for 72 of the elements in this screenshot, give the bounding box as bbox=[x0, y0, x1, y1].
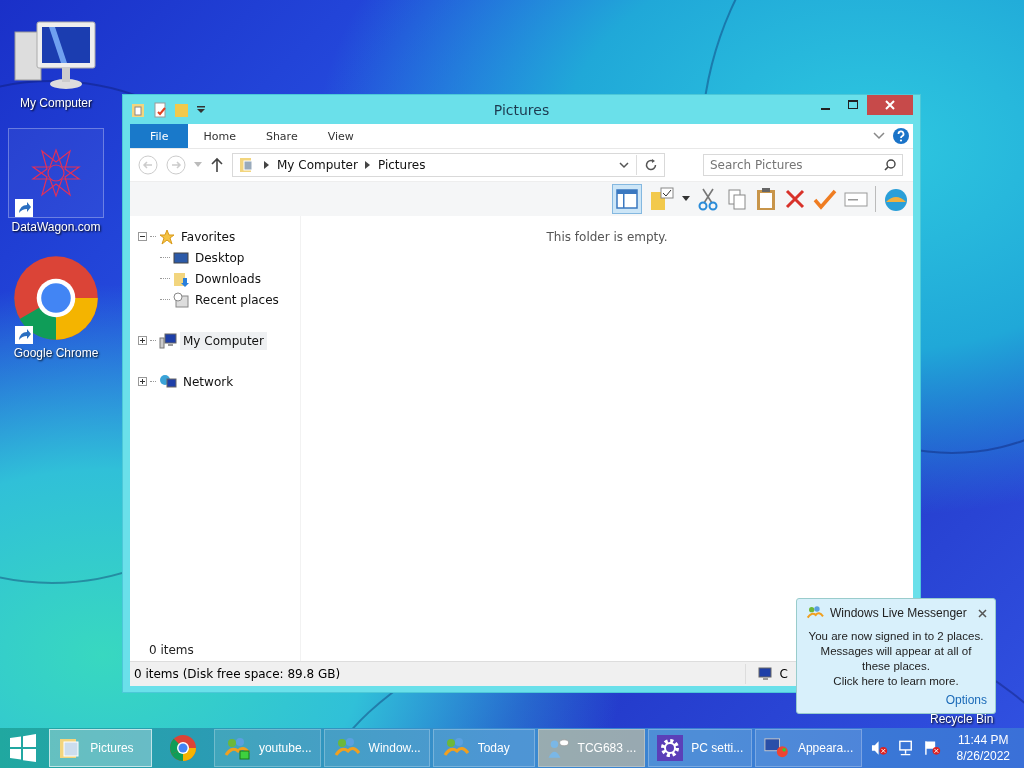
nav-item[interactable]: Recent places bbox=[192, 290, 282, 309]
window-title: Pictures bbox=[493, 101, 550, 118]
nav-item[interactable]: Downloads bbox=[192, 269, 264, 288]
monitor-palette-icon bbox=[764, 736, 790, 760]
folder-check-icon[interactable] bbox=[649, 186, 675, 212]
folder-download-icon bbox=[173, 270, 189, 287]
envelope-icon[interactable] bbox=[844, 189, 868, 209]
expand-ribbon-icon[interactable] bbox=[873, 132, 885, 140]
settings-icon bbox=[657, 735, 684, 761]
network-icon[interactable] bbox=[897, 740, 915, 756]
desktop-icon-label[interactable]: My Computer bbox=[20, 96, 92, 110]
status-label: C bbox=[779, 667, 788, 681]
recent-places-icon bbox=[173, 291, 189, 308]
nav-item[interactable]: Network bbox=[180, 372, 237, 391]
windows-logo-icon bbox=[9, 734, 38, 762]
item-count: 0 items bbox=[149, 643, 194, 657]
notification-message: You are now signed in to 2 places. Messages will appear at all of these places. bbox=[807, 629, 985, 674]
desktop-icon-label[interactable]: DataWagon.com bbox=[11, 220, 101, 234]
chrome-icon[interactable] bbox=[11, 253, 101, 343]
close-icon bbox=[885, 100, 895, 110]
clock-time[interactable]: 11:44 PM bbox=[958, 732, 1009, 748]
dropdown-caret-icon[interactable] bbox=[619, 161, 629, 169]
scissors-icon[interactable] bbox=[697, 187, 719, 211]
empty-folder-message: This folder is empty. bbox=[546, 230, 668, 244]
maximize-icon bbox=[848, 100, 858, 110]
star-pattern-icon[interactable] bbox=[31, 148, 81, 198]
help-icon[interactable] bbox=[893, 128, 909, 144]
dropdown-caret-icon[interactable] bbox=[682, 196, 690, 202]
refresh-icon[interactable] bbox=[644, 158, 658, 172]
notification-popup[interactable]: Windows Live Messenger You are now signed in to 2 places. Messages will appear at all of these places. Click here to learn more. Options bbox=[796, 598, 996, 714]
close-button[interactable] bbox=[867, 95, 913, 115]
taskbar-button[interactable]: Appeara... bbox=[755, 729, 863, 767]
collapse-icon[interactable] bbox=[138, 232, 147, 241]
delete-x-icon[interactable] bbox=[784, 188, 806, 210]
address-bar[interactable]: My Computer Pictures bbox=[232, 153, 665, 177]
messenger-people-icon bbox=[805, 605, 825, 621]
up-arrow-icon[interactable] bbox=[210, 157, 224, 173]
expand-icon[interactable] bbox=[138, 336, 147, 345]
preview-pane-button[interactable] bbox=[612, 184, 642, 214]
dropdown-caret-icon[interactable] bbox=[196, 104, 206, 115]
desktop-icon-label[interactable]: Google Chrome bbox=[13, 346, 99, 360]
clock-date[interactable]: 8/26/2022 bbox=[956, 748, 1010, 764]
breadcrumb-arrow-icon[interactable] bbox=[264, 161, 270, 169]
messenger-people-icon bbox=[222, 736, 251, 760]
close-icon[interactable] bbox=[978, 608, 987, 618]
status-text: 0 items (Disk free space: 89.8 GB) bbox=[134, 667, 341, 681]
network-icon bbox=[159, 373, 177, 390]
computer-icon bbox=[159, 332, 177, 349]
computer-icon bbox=[757, 667, 774, 681]
nav-item[interactable]: Favorites bbox=[178, 227, 239, 246]
muted-speaker-icon[interactable] bbox=[871, 740, 889, 756]
search-icon bbox=[884, 159, 896, 171]
notification-title: Windows Live Messenger bbox=[830, 606, 967, 620]
learn-more-link[interactable]: Click here to learn more. bbox=[833, 674, 959, 689]
star-icon bbox=[159, 228, 175, 245]
breadcrumb-arrow-icon[interactable] bbox=[364, 161, 371, 169]
checkmark-icon[interactable] bbox=[813, 188, 837, 210]
breadcrumb[interactable]: Pictures bbox=[377, 158, 426, 172]
desktop-icon-label[interactable]: Recycle Bin bbox=[930, 712, 994, 726]
minimize-icon bbox=[820, 107, 830, 110]
monitor-icon bbox=[173, 249, 189, 266]
document-check-icon[interactable] bbox=[152, 101, 168, 118]
nav-item[interactable]: My Computer bbox=[180, 331, 267, 350]
flag-error-icon[interactable] bbox=[923, 740, 941, 756]
options-link[interactable]: Options bbox=[945, 693, 987, 707]
chrome-icon bbox=[168, 734, 197, 762]
breadcrumb[interactable]: My Computer bbox=[277, 158, 358, 172]
clipboard-icon[interactable] bbox=[755, 187, 777, 211]
nav-item[interactable]: Desktop bbox=[192, 248, 248, 267]
search-field[interactable]: Search Pictures bbox=[703, 154, 903, 176]
expand-icon[interactable] bbox=[138, 377, 147, 386]
ribbon-tab[interactable]: File bbox=[130, 124, 189, 148]
